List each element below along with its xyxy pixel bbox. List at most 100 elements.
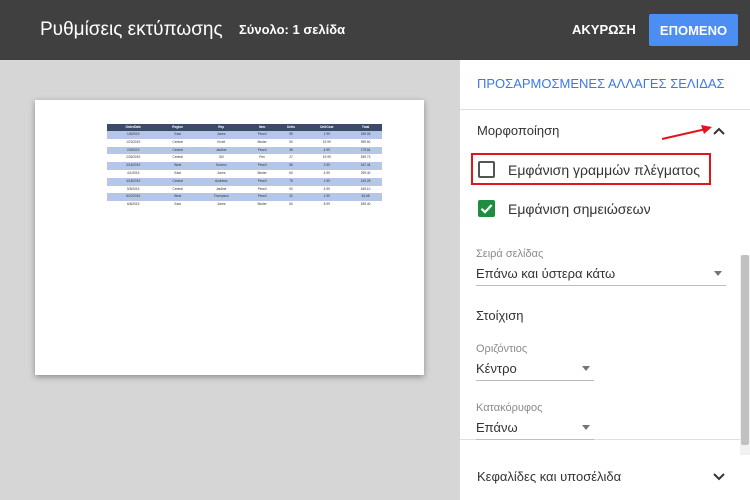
divider: [460, 109, 750, 110]
preview-header-cell: Rep: [195, 124, 247, 131]
preview-table-row: 6/8/2019 East Jones Binder 60 8.99 539.40: [107, 201, 382, 209]
show-gridlines-checkbox[interactable]: [478, 161, 495, 178]
preview-cell: Jones: [195, 131, 247, 139]
preview-cell: Pencil: [246, 162, 278, 170]
page-count-text: Σύνολο: 1 σελίδα: [239, 22, 346, 37]
preview-cell: Thompson: [195, 193, 247, 202]
preview-table-row: 5/22/2019 West Thompson Pencil 32 1.99 63.68: [107, 193, 382, 202]
preview-cell: Jardine: [215, 186, 227, 191]
preview-table-row: 1/23/2019 Central Kivell Binder 50 19.99 999.5…: [107, 139, 382, 147]
preview-cell: Pencil: [246, 193, 278, 202]
preview-cell: 19.99: [322, 139, 331, 144]
panel-scrollbar[interactable]: [740, 255, 750, 455]
vertical-align-value: Επάνω: [476, 420, 518, 435]
dropdown-caret-icon: [582, 425, 590, 430]
preview-cell: Jardine: [195, 146, 247, 155]
preview-cell: West: [159, 193, 196, 202]
horizontal-align-select[interactable]: Κέντρο: [476, 359, 594, 381]
preview-cell: 19.99: [322, 155, 331, 160]
preview-cell: 32: [277, 193, 305, 202]
preview-cell: 56: [277, 162, 305, 170]
preview-cell: 149.25: [349, 177, 382, 186]
preview-cell: Central: [172, 186, 183, 191]
show-notes-label[interactable]: Εμφάνιση σημειώσεων: [508, 201, 651, 217]
preview-cell: Central: [172, 155, 183, 160]
preview-cell: 95: [277, 131, 305, 139]
preview-cell: 5/22/2019: [107, 193, 160, 202]
preview-cell: Andrews: [195, 177, 247, 186]
preview-cell: 5/5/2019: [127, 186, 140, 191]
preview-cell: Binder: [257, 139, 267, 144]
custom-page-breaks-link[interactable]: ΠΡΟΣΑΡΜΟΣΜΕΝΕΣ ΑΛΛΑΓΕΣ ΣΕΛΙΔΑΣ: [477, 76, 725, 91]
preview-cell: 50: [289, 139, 293, 144]
preview-cell: 2/9/2019: [107, 146, 160, 155]
preview-cell: Central: [159, 177, 196, 186]
vertical-align-select[interactable]: Επάνω: [476, 418, 594, 440]
preview-cell: 27: [289, 155, 293, 160]
preview-cell: 8.99: [323, 202, 330, 207]
preview-table-row: 4/18/2019 Central Andrews Pencil 75 1.99 149.2…: [107, 177, 382, 186]
preview-cell: 2.99: [304, 162, 350, 170]
show-gridlines-label[interactable]: Εμφάνιση γραμμών πλέγματος: [508, 162, 700, 178]
preview-header-cell: Item: [246, 124, 278, 131]
vertical-label: Κατακόρυφος: [476, 402, 543, 414]
top-bar: Ρυθμίσεις εκτύπωσης Σύνολο: 1 σελίδα ΑΚΥ…: [0, 0, 750, 60]
preview-cell: East: [174, 202, 181, 207]
dropdown-caret-icon: [582, 366, 590, 371]
preview-page: OrderDate Region Rep Item Units UnitCost Total…: [35, 100, 424, 375]
preview-cell: Central: [172, 139, 183, 144]
preview-cell: 60: [289, 170, 293, 175]
preview-cell: Kivell: [217, 139, 226, 144]
preview-cell: 1/23/2019: [126, 139, 141, 144]
preview-cell: Binder: [257, 202, 267, 207]
preview-cell: 1.99: [304, 177, 350, 186]
page-order-label: Σειρά σελίδας: [476, 248, 544, 260]
preview-cell: 90: [289, 186, 293, 191]
preview-cell: Central: [159, 146, 196, 155]
horizontal-align-value: Κέντρο: [476, 361, 517, 376]
preview-cell: East: [159, 131, 196, 139]
preview-table-row: 2/26/2019 Central Gill Pen 27 19.99 539.73: [107, 154, 382, 162]
preview-cell: 60: [289, 202, 293, 207]
preview-table-header-row: OrderDate Region Rep Item Units UnitCost Total: [107, 124, 382, 131]
dropdown-caret-icon: [714, 271, 722, 276]
preview-cell: 4/1/2019: [127, 170, 140, 175]
page-count: Σύνολο: 1 σελίδα: [239, 22, 345, 37]
preview-table-body: 1/6/2019 East Jones Pencil 95 1.99 189.05 1/23/…: [107, 131, 382, 209]
preview-cell: 1/6/2019: [107, 131, 160, 139]
show-notes-checkbox[interactable]: [478, 200, 495, 217]
alignment-section-title: Στοίχιση: [476, 308, 524, 323]
preview-cell: 75: [277, 177, 305, 186]
preview-header-cell: Units: [277, 124, 305, 131]
preview-cell: Gill: [218, 155, 224, 160]
check-icon: [480, 204, 493, 214]
preview-cell: 4.99: [323, 170, 330, 175]
preview-cell: Sorvino: [195, 162, 247, 170]
preview-cell: 999.50: [360, 139, 371, 144]
preview-cell: 299.40: [360, 170, 371, 175]
headers-footers-section-title[interactable]: Κεφαλίδες και υποσέλιδα: [477, 469, 621, 484]
page-order-value: Επάνω και ύστερα κάτω: [476, 266, 616, 281]
preview-table-row: 1/6/2019 East Jones Pencil 95 1.99 189.05: [107, 131, 382, 139]
annotation-arrow-icon: [661, 125, 712, 140]
print-preview-area: OrderDate Region Rep Item Units UnitCost Total…: [0, 60, 460, 500]
chevron-down-icon[interactable]: [712, 470, 726, 484]
scrollbar-thumb[interactable]: [741, 255, 749, 445]
preview-table-row: 3/15/2019 West Sorvino Pencil 56 2.99 167.44: [107, 162, 382, 170]
preview-cell: 36: [277, 146, 305, 155]
preview-cell: 63.68: [349, 193, 382, 202]
preview-cell: 539.73: [360, 155, 371, 160]
preview-cell: Pencil: [257, 186, 267, 191]
preview-table-row: 2/9/2019 Central Jardine Pencil 36 4.99 179.64: [107, 146, 382, 155]
preview-cell: 167.44: [349, 162, 382, 170]
cancel-button[interactable]: ΑΚΥΡΩΣΗ: [572, 22, 636, 37]
preview-table: OrderDate Region Rep Item Units UnitCost Total…: [107, 124, 382, 209]
preview-cell: 3/15/2019: [107, 162, 160, 170]
preview-cell: Pencil: [246, 131, 278, 139]
preview-cell: 179.64: [349, 146, 382, 155]
formatting-section-title[interactable]: Μορφοποίηση: [477, 123, 559, 138]
preview-table-row: 4/1/2019 East Jones Binder 60 4.99 299.40: [107, 170, 382, 178]
page-order-select[interactable]: Επάνω και ύστερα κάτω: [476, 264, 726, 286]
preview-cell: 4.99: [323, 186, 330, 191]
next-button[interactable]: ΕΠΟΜΕΝΟ: [649, 14, 738, 46]
